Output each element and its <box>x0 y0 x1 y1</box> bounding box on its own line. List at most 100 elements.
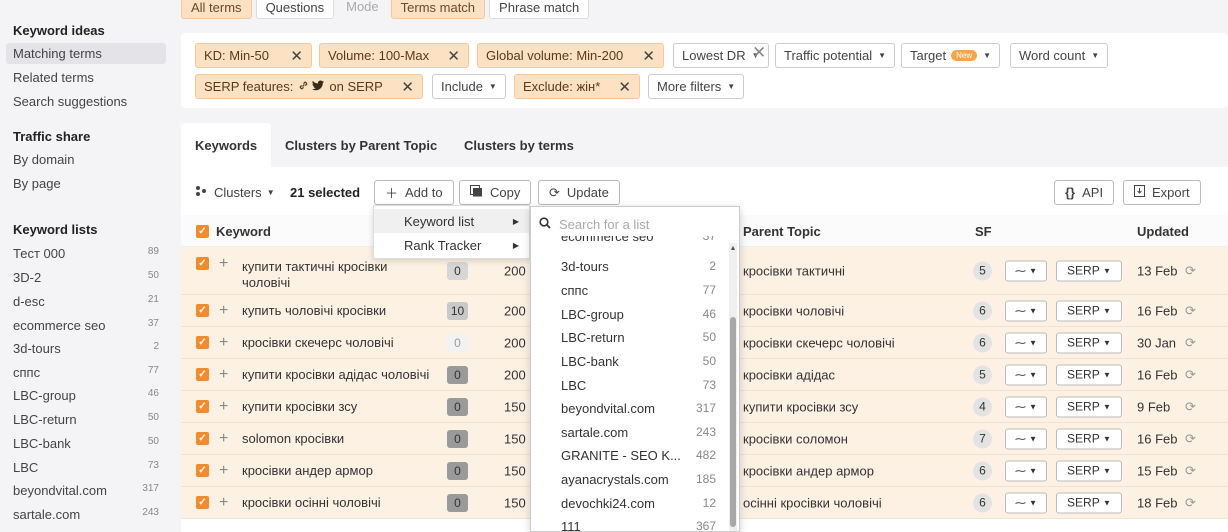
keyword-link[interactable]: кросівки скечерс чоловічі <box>242 335 394 351</box>
refresh-icon[interactable]: ⟳ <box>1185 303 1196 319</box>
tab-questions[interactable]: Questions <box>255 0 335 19</box>
keyword-link[interactable]: купити тактичні кросівки чоловічі <box>242 259 412 291</box>
serp-dropdown[interactable]: SERP ▼ <box>1056 428 1122 449</box>
tab-clusters-terms[interactable]: Clusters by terms <box>450 123 588 167</box>
update-button[interactable]: ⟳ Update <box>538 180 620 205</box>
add-keyword-icon[interactable]: + <box>219 462 228 480</box>
sf-count[interactable]: 4 <box>973 397 992 416</box>
refresh-icon[interactable]: ⟳ <box>1185 335 1196 351</box>
add-keyword-icon[interactable]: + <box>219 366 228 384</box>
serp-dropdown[interactable]: SERP ▼ <box>1056 332 1122 353</box>
list-option[interactable]: 111 367 <box>561 519 716 531</box>
sf-count[interactable]: 6 <box>973 493 992 512</box>
api-button[interactable]: {} API <box>1054 180 1115 205</box>
list-scrollbar[interactable]: ▲ <box>729 243 737 531</box>
sidebar-list-item[interactable]: LBC-group 46 <box>13 388 159 403</box>
list-option[interactable]: 3d-tours 2 <box>561 259 716 274</box>
trend-dropdown[interactable]: ⁓ ▼ <box>1005 364 1047 385</box>
sf-count[interactable]: 5 <box>973 365 992 384</box>
filter-word-count[interactable]: Word count ▼ <box>1010 43 1109 68</box>
menu-item-keyword-list[interactable]: Keyword list ▶ <box>374 209 529 233</box>
row-checkbox[interactable]: ✓ <box>196 400 209 413</box>
parent-topic-link[interactable]: осінні кросівки чоловічі <box>743 495 882 510</box>
sidebar-item-matching-terms[interactable]: Matching terms <box>6 43 166 64</box>
column-parent-topic[interactable]: Parent Topic <box>743 224 821 239</box>
add-keyword-icon[interactable]: + <box>219 430 228 448</box>
serp-dropdown[interactable]: SERP ▼ <box>1056 364 1122 385</box>
sidebar-list-item[interactable]: Тест 000 89 <box>13 246 159 261</box>
sidebar-list-item[interactable]: 3D-2 50 <box>13 270 159 285</box>
tab-all-terms[interactable]: All terms <box>181 0 252 19</box>
keyword-link[interactable]: купити кросівки адідас чоловічі <box>242 367 429 383</box>
more-filters-button[interactable]: More filters ▼ <box>648 74 745 99</box>
parent-topic-link[interactable]: кросівки чоловічі <box>743 303 844 318</box>
column-updated[interactable]: Updated <box>1137 224 1189 239</box>
remove-icon[interactable]: ✕ <box>608 78 631 96</box>
list-option[interactable]: ayanacrystals.com 185 <box>561 472 716 487</box>
sidebar-item-search-suggestions[interactable]: Search suggestions <box>13 94 127 109</box>
keyword-link[interactable]: кросівки андер армор <box>242 463 373 479</box>
filter-global-volume[interactable]: Global volume: Min-200 ✕ <box>477 43 664 68</box>
parent-topic-link[interactable]: кросівки соломон <box>743 431 848 446</box>
add-keyword-icon[interactable]: + <box>219 398 228 416</box>
list-option[interactable]: sartale.com 243 <box>561 425 716 440</box>
row-checkbox[interactable]: ✓ <box>196 368 209 381</box>
row-checkbox[interactable]: ✓ <box>196 432 209 445</box>
keyword-link[interactable]: кросівки осінні чоловічі <box>242 495 381 511</box>
row-checkbox[interactable]: ✓ <box>196 257 209 270</box>
serp-dropdown[interactable]: SERP ▼ <box>1056 300 1122 321</box>
remove-icon[interactable]: ✕ <box>391 78 414 96</box>
sidebar-item-by-page[interactable]: By page <box>13 176 61 191</box>
refresh-icon[interactable]: ⟳ <box>1185 431 1196 447</box>
tab-keywords[interactable]: Keywords <box>181 123 272 167</box>
filter-include[interactable]: Include ▼ <box>432 74 506 99</box>
filter-target[interactable]: Target New ▼ <box>901 43 1001 68</box>
column-sf[interactable]: SF <box>975 224 992 239</box>
list-option[interactable]: beyondvital.com 317 <box>561 401 716 416</box>
sf-count[interactable]: 5 <box>973 261 992 280</box>
row-checkbox[interactable]: ✓ <box>196 496 209 509</box>
sidebar-list-item[interactable]: d-esc 21 <box>13 294 159 309</box>
column-keyword[interactable]: Keyword <box>216 224 271 239</box>
sidebar-list-item[interactable]: LBC 73 <box>13 460 159 475</box>
scrollbar-thumb[interactable] <box>730 317 736 527</box>
add-keyword-icon[interactable]: + <box>219 334 228 352</box>
list-option[interactable]: сппс 77 <box>561 283 716 298</box>
parent-topic-link[interactable]: кросівки адідас <box>743 367 835 382</box>
add-keyword-icon[interactable]: + <box>219 302 228 320</box>
add-to-button[interactable]: ＋ Add to <box>374 180 454 205</box>
row-checkbox[interactable]: ✓ <box>196 304 209 317</box>
trend-dropdown[interactable]: ⁓ ▼ <box>1005 332 1047 353</box>
refresh-icon[interactable]: ⟳ <box>1185 495 1196 511</box>
sidebar-list-item[interactable]: sartale.com 243 <box>13 507 159 522</box>
trend-dropdown[interactable]: ⁓ ▼ <box>1005 300 1047 321</box>
sidebar-list-item[interactable]: 3d-tours 2 <box>13 341 159 356</box>
tab-clusters-parent-topic[interactable]: Clusters by Parent Topic <box>271 123 451 167</box>
copy-button[interactable]: Copy <box>459 180 532 205</box>
parent-topic-link[interactable]: купити кросівки зсу <box>743 399 858 414</box>
remove-icon[interactable]: ✕ <box>280 47 303 65</box>
row-checkbox[interactable]: ✓ <box>196 336 209 349</box>
filter-kd[interactable]: KD: Min-50 ✕ <box>195 43 312 68</box>
filter-traffic-potential[interactable]: Traffic potential ▼ <box>775 43 896 68</box>
parent-topic-link[interactable]: кросівки андер армор <box>743 463 874 478</box>
clusters-dropdown[interactable]: Clusters ▼ <box>195 180 275 205</box>
menu-item-rank-tracker[interactable]: Rank Tracker ▶ <box>374 233 529 257</box>
serp-dropdown[interactable]: SERP ▼ <box>1056 260 1122 281</box>
filter-volume[interactable]: Volume: 100-Max ✕ <box>319 43 469 68</box>
tab-terms-match[interactable]: Terms match <box>390 0 486 19</box>
sidebar-list-item[interactable]: ecommerce seo 37 <box>13 318 159 333</box>
scroll-up-icon[interactable]: ▲ <box>729 245 737 252</box>
list-option[interactable]: LBC-group 46 <box>561 307 716 322</box>
filter-serp-features[interactable]: SERP features: on SERP ✕ <box>195 74 423 99</box>
remove-icon[interactable]: ✕ <box>437 47 460 65</box>
trend-dropdown[interactable]: ⁓ ▼ <box>1005 260 1047 281</box>
parent-topic-link[interactable]: кросівки скечерс чоловічі <box>743 335 895 350</box>
sidebar-item-related-terms[interactable]: Related terms <box>13 70 94 85</box>
list-option[interactable]: LBC 73 <box>561 378 716 393</box>
sidebar-list-item[interactable]: LBC-bank 50 <box>13 436 159 451</box>
serp-dropdown[interactable]: SERP ▼ <box>1056 460 1122 481</box>
sidebar-list-item[interactable]: сппс 77 <box>13 365 159 380</box>
list-option[interactable]: GRANITE - SEO K... 482 <box>561 448 716 463</box>
sf-count[interactable]: 6 <box>973 333 992 352</box>
